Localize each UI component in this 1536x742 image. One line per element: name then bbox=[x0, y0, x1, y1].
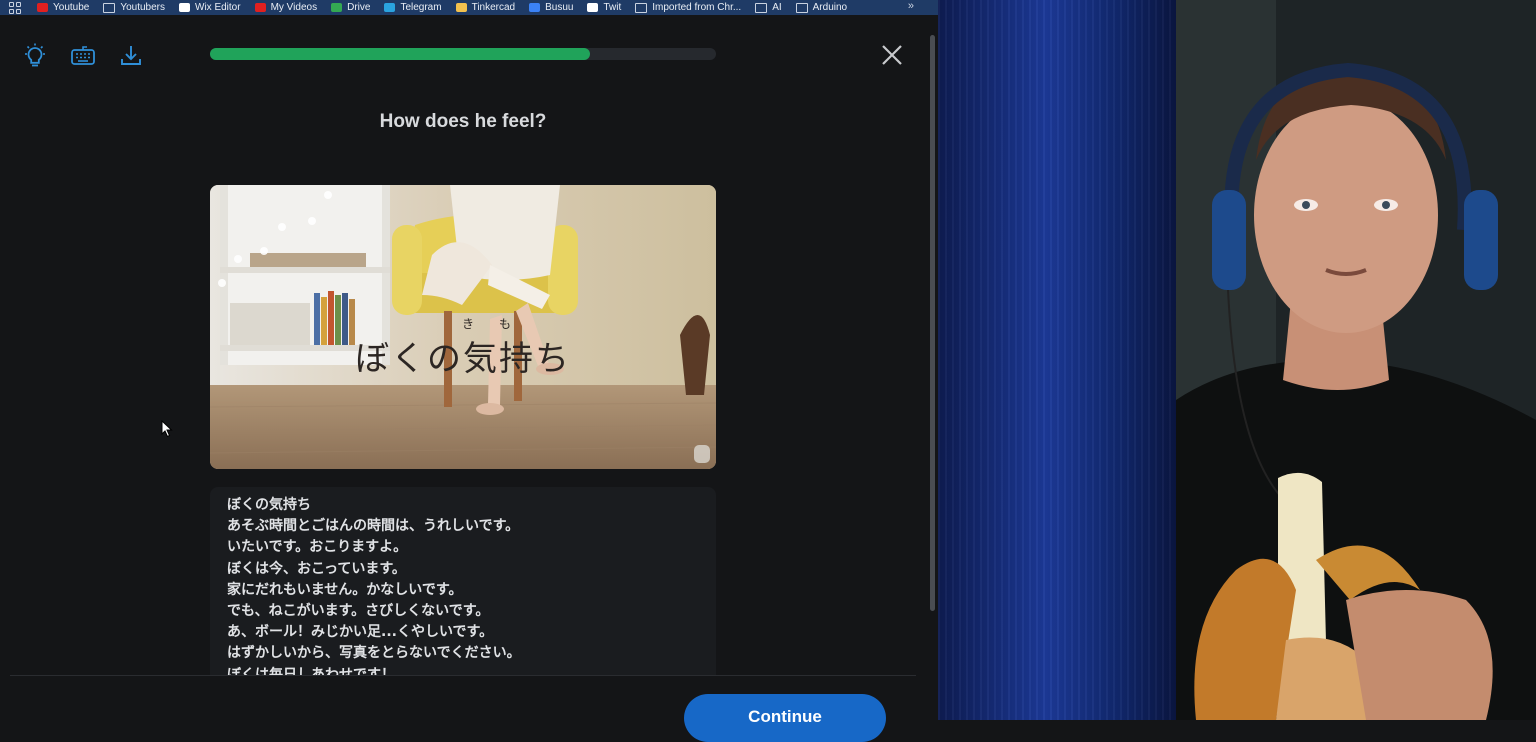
bookmark-label: Wix Editor bbox=[195, 2, 241, 13]
story-line: でも、ねこがいます。さびしくないです。 bbox=[227, 603, 490, 620]
story-line: あ、ボール！みじかい足...くやしいです。 bbox=[227, 624, 494, 641]
question-heading: How does he feel? bbox=[379, 111, 547, 132]
scrollbar[interactable] bbox=[928, 21, 938, 720]
youtube-icon bbox=[37, 3, 48, 12]
bookmark-item[interactable]: Imported from Chr... bbox=[635, 2, 741, 13]
story-line: ぼくは今、おこっています。 bbox=[227, 560, 406, 577]
bookmark-label: Imported from Chr... bbox=[652, 2, 742, 13]
bookmarks-bar: Youtube Youtubers Wix Editor My Videos Drive… bbox=[0, 0, 938, 15]
story-line: あそぶ時間とごはんの時間は、うれしいです。 bbox=[227, 518, 520, 535]
bookmark-item[interactable]: Telegram bbox=[384, 2, 442, 13]
keyboard-icon[interactable] bbox=[70, 43, 96, 69]
furigana-ki: き bbox=[462, 317, 475, 331]
story-line: ぼくの気持ち bbox=[227, 497, 311, 513]
close-icon[interactable] bbox=[878, 41, 906, 69]
bookmark-label: Youtubers bbox=[120, 2, 166, 13]
bookmark-label: Drive bbox=[347, 2, 371, 13]
story-line: いたいです。おこりますよ。 bbox=[227, 539, 408, 556]
wix-icon bbox=[179, 3, 191, 12]
download-icon[interactable] bbox=[118, 43, 144, 69]
folder-icon bbox=[635, 2, 648, 13]
image-caption: ぼくの気持ち bbox=[355, 339, 571, 379]
busuu-icon bbox=[529, 3, 541, 12]
bookmark-item[interactable]: My Videos bbox=[254, 2, 318, 13]
bookmark-item[interactable]: Youtubers bbox=[103, 2, 165, 13]
bookmark-item[interactable]: Youtube bbox=[37, 2, 89, 13]
bookmark-label: Tinkercad bbox=[471, 2, 516, 13]
bookmark-label: My Videos bbox=[270, 2, 318, 13]
bookmark-label: Youtube bbox=[53, 2, 90, 13]
tinkercad-icon bbox=[455, 3, 467, 12]
webcam-video bbox=[1176, 0, 1536, 720]
bookmark-item[interactable]: Busuu bbox=[529, 2, 573, 13]
bookmark-item[interactable]: Wix Editor bbox=[179, 2, 241, 13]
folder-icon bbox=[795, 2, 808, 13]
person-with-headphones-illustration bbox=[1176, 0, 1536, 720]
youtube-icon bbox=[254, 3, 266, 12]
lightbulb-icon[interactable] bbox=[22, 43, 48, 69]
bookmark-item[interactable]: Twit bbox=[587, 2, 621, 13]
bookmark-label: Telegram bbox=[400, 2, 442, 13]
mouse-cursor-icon bbox=[161, 420, 173, 438]
lesson-panel: How does he feel? き も ぼくの気持ち ぼくの気持ち あそぶ時… bbox=[0, 21, 926, 742]
story-line: ぼくは毎日しあわせです！ bbox=[227, 666, 395, 675]
bookmark-item[interactable]: Drive bbox=[331, 2, 370, 13]
bookmark-label: Busuu bbox=[545, 2, 574, 13]
x-icon bbox=[587, 3, 599, 12]
lesson-progress-bar bbox=[210, 48, 716, 60]
scrollbar-thumb[interactable] bbox=[930, 35, 935, 611]
continue-button[interactable]: Continue bbox=[684, 694, 886, 742]
bookmark-item[interactable]: Arduino bbox=[795, 2, 848, 13]
bookmark-item[interactable]: AI bbox=[755, 2, 782, 13]
furigana-mo: も bbox=[499, 317, 512, 331]
story-text-box: ぼくの気持ち あそぶ時間とごはんの時間は、うれしいです。 いたいです。おこります… bbox=[210, 487, 716, 675]
more-bookmarks-icon[interactable]: » bbox=[908, 0, 914, 13]
bookmark-label: AI bbox=[772, 2, 782, 13]
lesson-image: き も ぼくの気持ち bbox=[210, 185, 716, 469]
wood-panel-background bbox=[938, 0, 1178, 720]
apps-grid-icon[interactable] bbox=[9, 1, 23, 14]
folder-icon bbox=[755, 2, 768, 13]
telegram-icon bbox=[384, 3, 396, 12]
folder-icon bbox=[103, 2, 116, 13]
story-line: 家にだれもいません。かなしいです。 bbox=[227, 581, 463, 598]
bookmark-item[interactable]: Tinkercad bbox=[455, 2, 516, 13]
bookmark-label: Twit bbox=[603, 2, 622, 13]
bookmark-label: Arduino bbox=[812, 2, 848, 13]
image-badge-icon bbox=[694, 445, 710, 463]
footer-divider bbox=[10, 675, 916, 676]
drive-icon bbox=[331, 3, 343, 12]
story-line: はずかしいから、写真をとらないでください。 bbox=[227, 645, 521, 662]
lesson-progress-fill bbox=[210, 48, 590, 60]
